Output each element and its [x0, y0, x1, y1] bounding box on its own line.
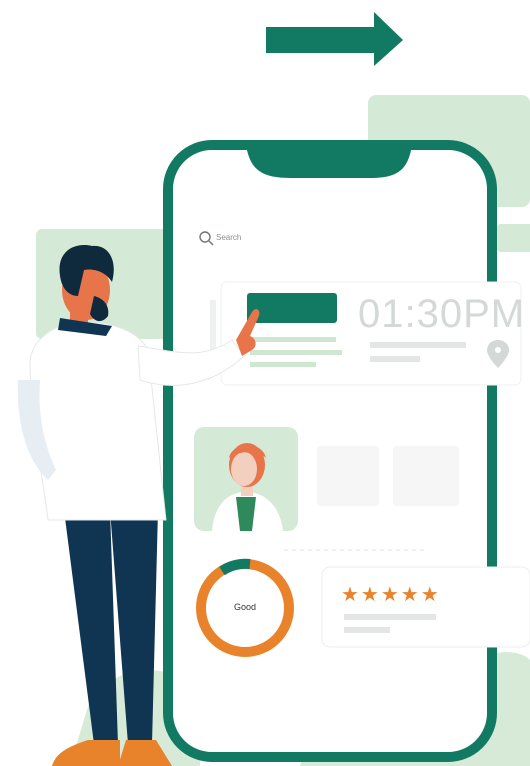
illustration-canvas — [17, 12, 530, 766]
doctor-avatar[interactable] — [194, 427, 298, 531]
rating-card[interactable] — [321, 566, 530, 648]
gauge-label: Good — [233, 602, 257, 612]
bg-shape-right-small — [497, 224, 530, 252]
arrow-right-icon — [266, 12, 403, 66]
star-rating: ★★★★★ — [341, 582, 441, 606]
search-input[interactable]: Search — [216, 233, 241, 242]
appointment-time: 01:30PM — [358, 292, 526, 336]
placeholder-box-2 — [393, 446, 459, 506]
placeholder-box-1 — [317, 446, 379, 506]
